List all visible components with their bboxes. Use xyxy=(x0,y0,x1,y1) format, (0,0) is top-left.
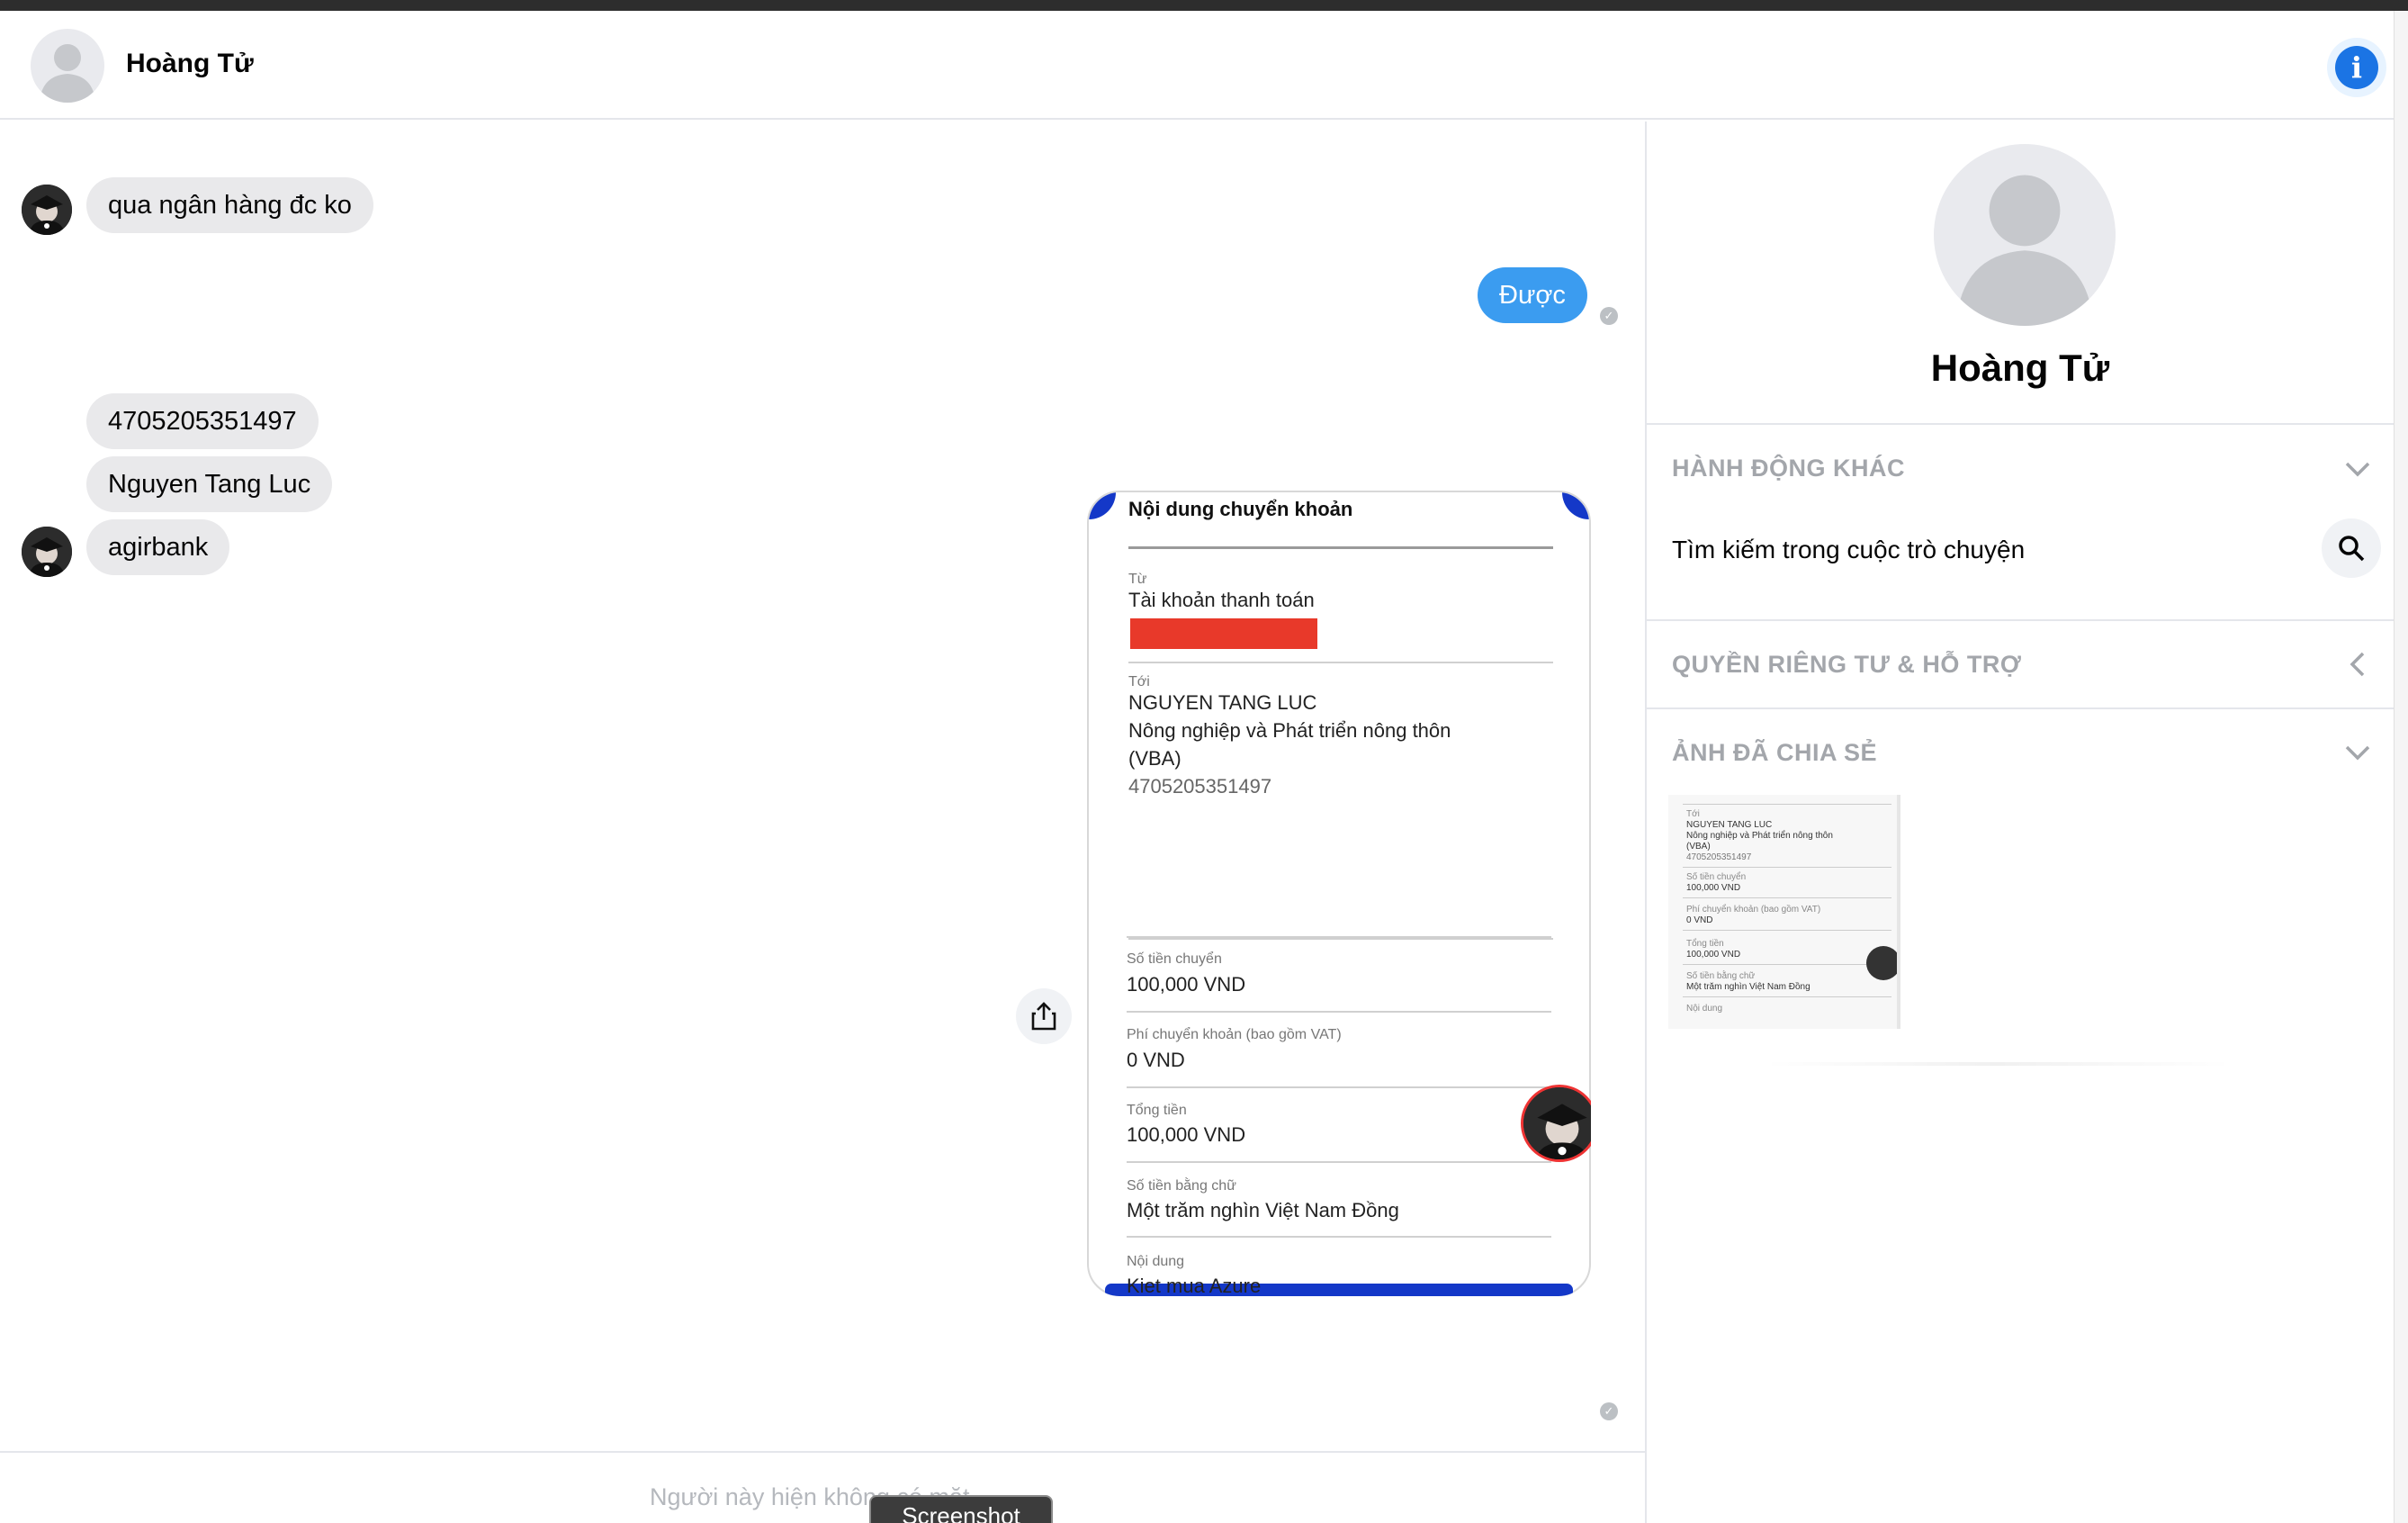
thumb-text: Một trăm nghìn Việt Nam Đồng xyxy=(1686,982,1810,992)
divider xyxy=(1647,423,2394,425)
thumb-text: Tới xyxy=(1686,809,1700,819)
window-scrollbar[interactable] xyxy=(2394,11,2408,1523)
seen-check-icon: ✓ xyxy=(1600,1402,1618,1420)
conversation-header: Hoàng Tử i xyxy=(0,11,2408,120)
section-privacy-support[interactable]: QUYỀN RIÊNG TƯ & HỖ TRỢ xyxy=(1672,651,2021,679)
divider xyxy=(1647,619,2394,621)
message-bubble[interactable]: qua ngân hàng đc ko xyxy=(86,177,373,233)
profile-name: Hoàng Tử xyxy=(1930,347,2110,389)
conversation-info-panel: Hoàng Tử HÀNH ĐỘNG KHÁC Tìm kiếm trong c… xyxy=(1647,122,2394,1523)
thumb-text: Phí chuyển khoản (bao gồm VAT) xyxy=(1686,905,1821,915)
section-separator xyxy=(1764,1062,2232,1066)
graduate-avatar-icon xyxy=(22,527,72,577)
search-button[interactable] xyxy=(2322,518,2381,578)
thumb-text: Số tiền chuyển xyxy=(1686,872,1747,882)
section-more-actions[interactable]: HÀNH ĐỘNG KHÁC xyxy=(1672,455,1905,482)
screenshot-tooltip: Screenshot xyxy=(869,1495,1053,1523)
thumb-text: NGUYEN TANG LUC xyxy=(1686,820,1773,830)
profile-avatar[interactable] xyxy=(1934,144,2116,326)
thumb-text: Số tiền bằng chữ xyxy=(1686,971,1756,981)
thumb-text: 0 VND xyxy=(1686,915,1713,925)
divider xyxy=(1683,804,1891,805)
avatar[interactable] xyxy=(31,29,104,103)
divider xyxy=(1683,930,1891,931)
contact-name[interactable]: Hoàng Tử xyxy=(126,49,254,79)
receipt-content-values xyxy=(1087,491,1591,1296)
thumb-text: (VBA) xyxy=(1686,842,1711,852)
thumb-avatar xyxy=(1866,946,1897,980)
info-button[interactable]: i xyxy=(2327,38,2386,97)
chevron-left-icon[interactable] xyxy=(2340,646,2376,682)
thumb-text: Nông nghiệp và Phát triển nông thôn xyxy=(1686,831,1833,841)
divider xyxy=(1683,867,1891,868)
message-bubble[interactable]: Được xyxy=(1478,267,1587,323)
search-in-conversation[interactable]: Tìm kiếm trong cuộc trò chuyện xyxy=(1672,536,2025,564)
search-icon xyxy=(2339,536,2365,562)
divider xyxy=(1683,996,1891,997)
share-icon xyxy=(1031,1002,1056,1031)
sender-avatar[interactable] xyxy=(22,185,72,235)
thumb-text: 100,000 VND xyxy=(1686,883,1741,893)
message-bubble[interactable]: Nguyen Tang Luc xyxy=(86,456,333,512)
window-top-strip xyxy=(0,0,2408,11)
thumb-text: 100,000 VND xyxy=(1686,950,1741,960)
sender-avatar[interactable] xyxy=(22,527,72,577)
user-silhouette-icon xyxy=(40,44,95,103)
share-button[interactable] xyxy=(1016,988,1072,1044)
message-bubble[interactable]: agirbank xyxy=(86,519,230,575)
message-bubble[interactable]: 4705205351497 xyxy=(86,393,319,449)
divider xyxy=(1647,707,2394,709)
thumb-text: Nội dung xyxy=(1686,1004,1723,1014)
seen-check-icon: ✓ xyxy=(1600,307,1618,325)
thumb-text: 4705205351497 xyxy=(1686,852,1752,862)
shared-photo-thumbnail[interactable]: Tới NGUYEN TANG LUC Nông nghiệp và Phát … xyxy=(1668,795,1900,1029)
chevron-down-icon[interactable] xyxy=(2340,734,2376,771)
chevron-down-icon[interactable] xyxy=(2340,451,2376,487)
graduate-avatar-icon xyxy=(22,185,72,235)
composer-bar: Người này hiện không có mặt xyxy=(0,1451,1645,1523)
divider xyxy=(1683,964,1891,965)
thumb-text: Tổng tiền xyxy=(1686,939,1724,949)
section-shared-photos[interactable]: ẢNH ĐÃ CHIA SẺ xyxy=(1672,739,1877,767)
info-icon: i xyxy=(2335,46,2378,89)
divider xyxy=(1683,897,1891,898)
user-silhouette-icon xyxy=(1955,175,2094,326)
